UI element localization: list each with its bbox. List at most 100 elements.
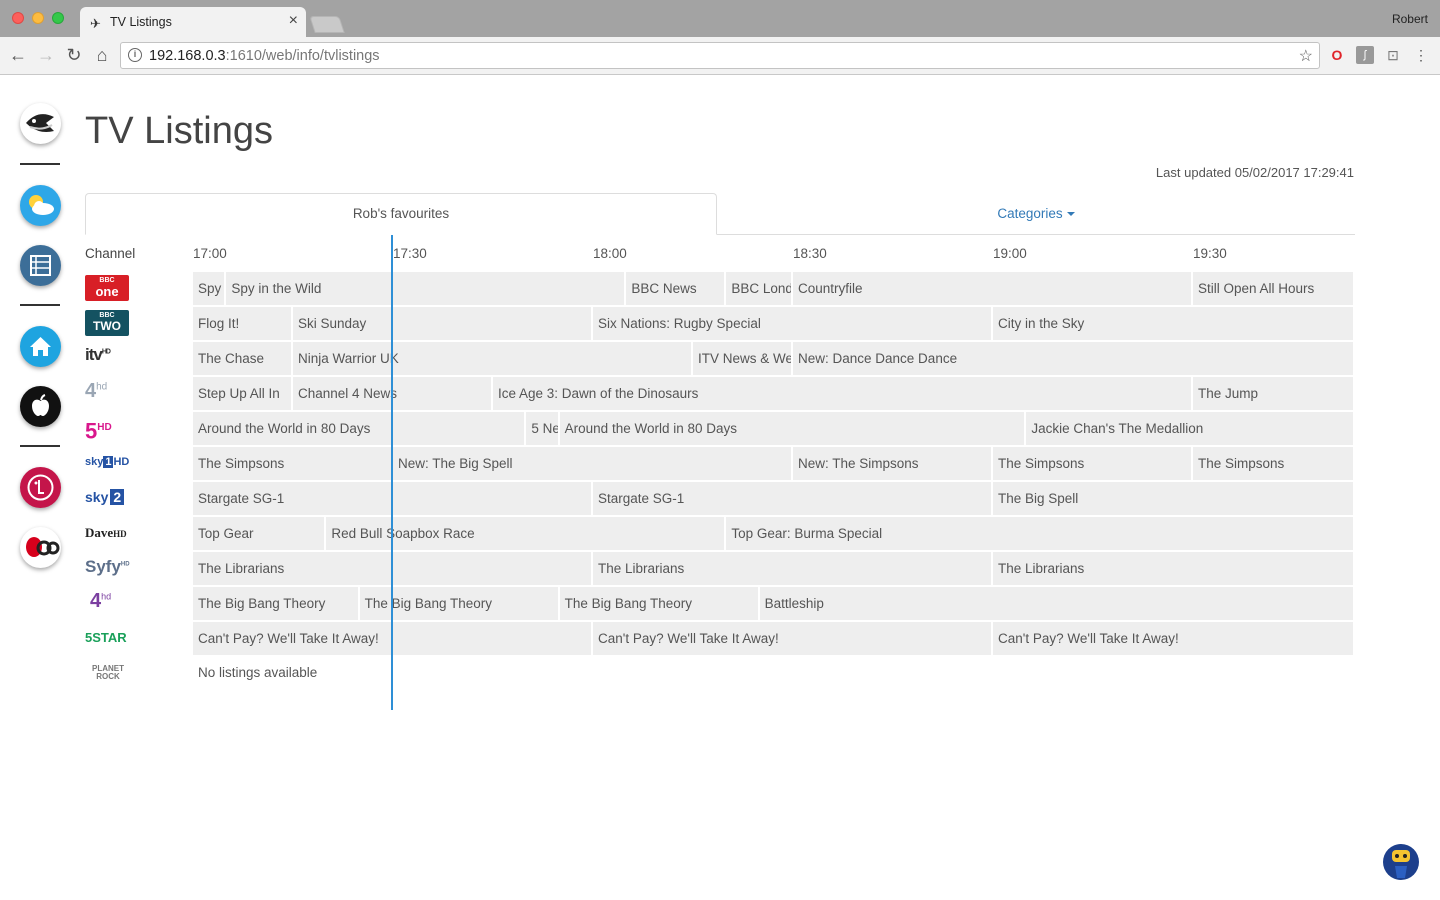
programme-cell[interactable]: Top Gear: Burma Special [726, 517, 1355, 550]
programme-cell[interactable]: New: Dance Dance Dance [793, 342, 1355, 375]
programme-cell[interactable]: Six Nations: Rugby Special [593, 307, 993, 340]
programme-cell[interactable]: The Big Bang Theory [359, 587, 560, 620]
new-tab-button[interactable] [309, 16, 345, 33]
current-time-indicator [391, 235, 393, 710]
address-bar[interactable]: i 192.168.0.3:1610/web/info/tvlistings ☆ [120, 42, 1320, 69]
browser-tab[interactable]: ✈ TV Listings × [80, 7, 306, 38]
reload-icon[interactable]: ↻ [62, 43, 86, 67]
programme-cell[interactable]: City in the Sky [993, 307, 1355, 340]
programme-cell[interactable]: The Simpsons [1193, 447, 1355, 480]
programme-cell[interactable]: The Chase [193, 342, 293, 375]
browser-tab-bar: ✈ TV Listings × Robert [0, 0, 1440, 38]
sidebar-divider [20, 163, 60, 165]
tab-categories-dropdown[interactable]: Categories [717, 193, 1355, 235]
programme-cell[interactable]: Red Bull Soapbox Race [326, 517, 727, 550]
channel-row: BBC one Spy Spy in the Wild BBC News BBC Lond… [0, 272, 1440, 307]
channel-row: itvHD The Chase Ninja Warrior UK ITV News &… [0, 342, 1440, 377]
assistant-avatar-icon[interactable] [1381, 840, 1421, 882]
channel-logo[interactable]: 4hd [85, 590, 131, 616]
profile-name[interactable]: Robert [1392, 12, 1428, 26]
programme-cell[interactable]: Ski Sunday [293, 307, 593, 340]
channel-logo[interactable]: DaveHD [85, 520, 131, 546]
channel-column-header: Channel [85, 246, 136, 261]
programme-cell[interactable]: BBC News [626, 272, 727, 305]
channel-logo[interactable]: SyfyHD [85, 555, 131, 581]
programme-cell[interactable]: Can't Pay? We'll Take It Away! [993, 622, 1355, 655]
bookmark-star-icon[interactable]: ☆ [1299, 46, 1313, 66]
bird-logo-icon[interactable] [20, 103, 61, 144]
tab-favourites[interactable]: Rob's favourites [85, 193, 717, 235]
channel-logo[interactable]: BBC TWO [85, 310, 131, 336]
info-icon[interactable]: i [128, 48, 142, 62]
close-tab-icon[interactable]: × [289, 12, 298, 30]
page-title: TV Listings [85, 110, 273, 152]
menu-icon[interactable]: ⋮ [1412, 46, 1430, 64]
programme-cell[interactable]: The Big Bang Theory [559, 587, 760, 620]
channel-logo[interactable]: 4hd [85, 380, 131, 406]
tab-title: TV Listings [110, 15, 172, 29]
programme-cell[interactable]: Channel 4 News [293, 377, 493, 410]
channel-logo[interactable]: 5HD [85, 415, 131, 443]
channel-logo[interactable]: PLANET ROCK [85, 660, 131, 686]
extension-icon[interactable]: ʃ [1356, 46, 1374, 64]
programme-cell[interactable]: The Big Spell [993, 482, 1355, 515]
programme-cell[interactable]: Flog It! [193, 307, 293, 340]
channel-row: BBC TWO Flog It! Ski Sunday Six Nations: Rug… [0, 307, 1440, 342]
programme-cell[interactable]: New: The Big Spell [393, 447, 793, 480]
channel-row: 5STAR Can't Pay? We'll Take It Away! Can't… [0, 622, 1440, 657]
programme-cell[interactable]: The Librarians [993, 552, 1355, 585]
programme-cell[interactable]: Step Up All In [193, 377, 293, 410]
programme-cell[interactable]: BBC London [726, 272, 793, 305]
close-window-button[interactable] [12, 12, 24, 24]
programme-cell[interactable]: Around the World in 80 Days [559, 412, 1027, 445]
listing-tabs: Rob's favourites Categories [85, 193, 1355, 235]
programme-cell[interactable]: Can't Pay? We'll Take It Away! [593, 622, 993, 655]
programme-cell[interactable]: New: The Simpsons [793, 447, 993, 480]
opera-extension-icon[interactable]: O [1328, 46, 1346, 64]
programme-cell[interactable]: Spy [193, 272, 227, 305]
programme-cell[interactable]: Stargate SG-1 [593, 482, 993, 515]
channel-logo[interactable]: sky 1 HD [85, 450, 131, 476]
programme-cell[interactable]: Ninja Warrior UK [293, 342, 693, 375]
time-label: 17:30 [393, 246, 427, 261]
channel-row: 5HD Around the World in 80 Days5 NewsArou… [0, 412, 1440, 447]
programme-cell[interactable]: Stargate SG-1 [193, 482, 593, 515]
programme-cell[interactable]: The Simpsons [193, 447, 393, 480]
time-label: 18:00 [593, 246, 627, 261]
programme-cell[interactable]: Top Gear [193, 517, 327, 550]
programme-cell[interactable]: The Simpsons [993, 447, 1193, 480]
channel-row: sky 1 HD The Simpsons New: The Big Spell New:… [0, 447, 1440, 482]
channel-logo[interactable]: sky 2 [85, 485, 131, 511]
programme-cell[interactable]: Spy in the Wild [226, 272, 627, 305]
channel-row: 4hd Step Up All In Channel 4 News Ice Age 3… [0, 377, 1440, 412]
back-icon[interactable]: ← [6, 43, 30, 67]
programme-cell[interactable]: ITV News & Weather [693, 342, 793, 375]
cast-icon[interactable]: ⊡ [1384, 46, 1402, 64]
programme-cell[interactable]: Ice Age 3: Dawn of the Dinosaurs [493, 377, 1193, 410]
channel-logo[interactable]: itvHD [85, 345, 131, 371]
programme-cell[interactable]: 5 News [526, 412, 560, 445]
programme-cell[interactable]: Countryfile [793, 272, 1193, 305]
programme-cell[interactable]: The Librarians [193, 552, 593, 585]
channel-logo[interactable]: 5STAR [85, 625, 131, 651]
channel-row: DaveHD Top Gear Red Bull Soapbox Race Top G… [0, 517, 1440, 552]
maximize-window-button[interactable] [52, 12, 64, 24]
minimize-window-button[interactable] [32, 12, 44, 24]
time-label: 19:00 [993, 246, 1027, 261]
forward-icon[interactable]: → [34, 43, 58, 67]
time-label: 18:30 [793, 246, 827, 261]
programme-cell[interactable]: Battleship [759, 587, 1355, 620]
programme-cell[interactable]: Still Open All Hours [1193, 272, 1355, 305]
time-label: 19:30 [1193, 246, 1227, 261]
programme-cell[interactable]: The Jump [1193, 377, 1355, 410]
weather-icon[interactable] [20, 185, 61, 226]
programme-cell[interactable]: Jackie Chan's The Medallion [1026, 412, 1355, 445]
programme-cell[interactable]: Can't Pay? We'll Take It Away! [193, 622, 593, 655]
programme-cell[interactable]: The Big Bang Theory [193, 587, 360, 620]
programme-cell[interactable]: The Librarians [593, 552, 993, 585]
time-label: 17:00 [193, 246, 227, 261]
home-button-icon[interactable]: ⌂ [90, 43, 114, 67]
programme-cell[interactable]: Around the World in 80 Days [193, 412, 527, 445]
channel-logo[interactable]: BBC one [85, 275, 131, 301]
caret-down-icon [1066, 212, 1075, 217]
